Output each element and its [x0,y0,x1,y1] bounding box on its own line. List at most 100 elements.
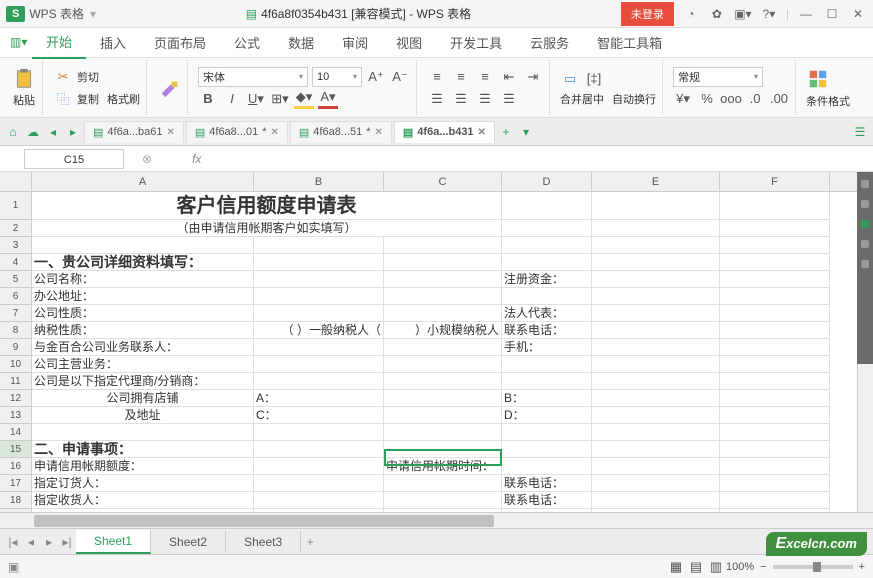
sync-icon[interactable]: ◔ [682,5,700,23]
cut-label[interactable]: 剪切 [77,69,99,85]
cell-A18[interactable]: 指定收货人： [32,492,254,509]
tab-list-icon[interactable]: ▾ [517,123,535,141]
select-all-corner[interactable] [0,172,32,191]
doc-tab-2[interactable]: ▤4f6a8...51 *✕ [290,121,392,143]
doc-tab-3[interactable]: ▤4f6a...b431✕ [394,121,495,143]
close-icon[interactable]: ✕ [375,127,383,138]
paste-label[interactable]: 粘贴 [13,92,35,108]
increase-font-icon[interactable]: A⁺ [366,67,386,87]
wrap-icon[interactable]: [‡] [584,69,604,89]
tab-menu-icon[interactable]: ☰ [851,123,869,141]
decimal-inc-icon[interactable]: .0 [745,89,765,109]
align-right-icon[interactable]: ☰ [475,89,495,109]
close-button[interactable]: ✕ [849,5,867,23]
sheet-next-icon[interactable]: ▸ [40,533,58,551]
row-header[interactable]: 11 [0,373,32,390]
status-indicator-icon[interactable]: ▣ [8,560,19,574]
font-size-select[interactable]: 10▾ [312,67,362,87]
tab-next-icon[interactable]: ▸ [64,123,82,141]
underline-button[interactable]: U▾ [246,89,266,109]
side-panel-item[interactable] [861,260,869,268]
menu-insert[interactable]: 插入 [86,27,140,58]
file-menu-icon[interactable]: ▥▾ [10,35,26,51]
currency-icon[interactable]: ¥▾ [673,89,693,109]
menu-data[interactable]: 数据 [274,27,328,58]
copy-icon[interactable]: ⿻ [53,89,73,109]
zoom-out-icon[interactable]: − [760,561,766,573]
name-box[interactable]: C15 [24,149,124,169]
merge-label[interactable]: 合并居中 [560,91,604,107]
cell-A7[interactable]: 公司性质： [32,305,254,322]
row-header[interactable]: 10 [0,356,32,373]
cell-A8[interactable]: 纳税性质： [32,322,254,339]
minimize-button[interactable]: — [797,5,815,23]
cell-A6[interactable]: 办公地址： [32,288,254,305]
view-preview-icon[interactable]: ▥ [706,557,726,577]
menu-view[interactable]: 视图 [382,27,436,58]
row-header[interactable]: 12 [0,390,32,407]
cell-D13[interactable]: D： [502,407,592,424]
cond-format-label[interactable]: 条件格式 [806,93,850,109]
fx-cancel-icon[interactable]: ⊗ [142,152,152,166]
view-page-icon[interactable]: ▤ [686,557,706,577]
skin-icon[interactable]: ▣▾ [734,5,752,23]
format-painter-icon[interactable] [157,76,181,100]
menu-formula[interactable]: 公式 [220,27,274,58]
row-header[interactable]: 15 [0,441,32,458]
merge-icon[interactable]: ▭ [560,69,580,89]
help-icon[interactable]: ?▾ [760,5,778,23]
cell-A5[interactable]: 公司名称： [32,271,254,288]
indent-decrease-icon[interactable]: ⇤ [499,67,519,87]
decrease-font-icon[interactable]: A⁻ [390,67,410,87]
row-header[interactable]: 9 [0,339,32,356]
indent-increase-icon[interactable]: ⇥ [523,67,543,87]
font-select[interactable]: 宋体▾ [198,67,308,87]
settings-icon[interactable]: ✿ [708,5,726,23]
sheet-prev-icon[interactable]: ◂ [22,533,40,551]
close-icon[interactable]: ✕ [270,127,278,138]
side-panel-item[interactable] [861,180,869,188]
col-header-C[interactable]: C [384,172,502,191]
row-header[interactable]: 1 [0,192,32,220]
font-color-button[interactable]: A▾ [318,89,338,109]
format-painter-label[interactable]: 格式刷 [107,91,140,107]
align-bottom-icon[interactable]: ≡ [475,67,495,87]
maximize-button[interactable]: ☐ [823,5,841,23]
close-icon[interactable]: ✕ [166,127,174,138]
row-header[interactable]: 19 [0,509,32,512]
cell-B13[interactable]: C： [254,407,384,424]
menu-cloud[interactable]: 云服务 [516,27,583,58]
row-header[interactable]: 16 [0,458,32,475]
copy-label[interactable]: 复制 [77,91,99,107]
cell-A9[interactable]: 与金百合公司业务联系人： [32,339,254,356]
cell-A11[interactable]: 公司是以下指定代理商/分销商： [32,373,254,390]
sheet-tab-2[interactable]: Sheet3 [226,531,301,553]
cell-D9[interactable]: 手机： [502,339,592,356]
comma-icon[interactable]: ooo [721,89,741,109]
menu-start[interactable]: 开始 [32,26,86,59]
sheet-tab-0[interactable]: Sheet1 [76,530,151,554]
cell-subtitle[interactable]: （由申请信用帐期客户如实填写） [32,220,502,237]
sheet-tab-1[interactable]: Sheet2 [151,531,226,553]
wrap-label[interactable]: 自动换行 [612,91,656,107]
cell-D12[interactable]: B： [502,390,592,407]
cell-D18[interactable]: 联系电话： [502,492,592,509]
cell-A15[interactable]: 二、申请事项： [32,441,254,458]
cond-format-icon[interactable] [806,67,830,91]
hscroll-thumb[interactable] [34,515,494,527]
horizontal-scrollbar[interactable] [0,512,873,528]
side-panel-item[interactable] [861,200,869,208]
row-header[interactable]: 14 [0,424,32,441]
cell-A10[interactable]: 公司主营业务： [32,356,254,373]
tab-cloud-icon[interactable]: ☁ [24,123,42,141]
row-header[interactable]: 5 [0,271,32,288]
row-header[interactable]: 13 [0,407,32,424]
italic-button[interactable]: I [222,89,242,109]
tab-home-icon[interactable]: ⌂ [4,123,22,141]
cell-C16[interactable]: 申请信用帐期时间： [384,458,502,475]
border-button[interactable]: ⊞▾ [270,89,290,109]
row-header[interactable]: 6 [0,288,32,305]
cell-B8[interactable]: （ ）一般纳税人（ [254,322,384,339]
sheet-last-icon[interactable]: ▸| [58,533,76,551]
cell-A16[interactable]: 申请信用帐期额度： [32,458,254,475]
